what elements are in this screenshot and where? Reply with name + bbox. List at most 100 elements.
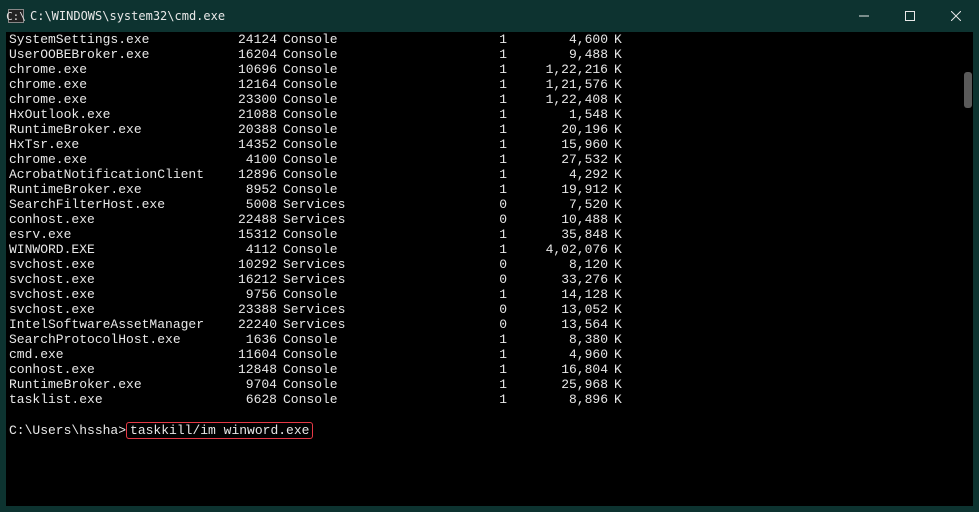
process-memory-unit: K: [608, 197, 622, 212]
process-name: conhost.exe: [9, 212, 219, 227]
process-session-name: Services: [277, 257, 355, 272]
process-row: RuntimeBroker.exe8952Console119,912K: [9, 182, 965, 197]
process-memory: 20,196: [507, 122, 608, 137]
process-session-num: 1: [355, 332, 507, 347]
process-memory-unit: K: [608, 302, 622, 317]
process-memory-unit: K: [608, 272, 622, 287]
process-memory-unit: K: [608, 242, 622, 257]
process-memory-unit: K: [608, 362, 622, 377]
process-row: chrome.exe4100Console127,532K: [9, 152, 965, 167]
cmd-window: C:\ C:\WINDOWS\system32\cmd.exe SystemSe…: [0, 0, 979, 512]
process-pid: 1636: [219, 332, 277, 347]
minimize-icon: [859, 11, 869, 21]
process-memory: 1,548: [507, 107, 608, 122]
process-name: UserOOBEBroker.exe: [9, 47, 219, 62]
process-memory-unit: K: [608, 377, 622, 392]
process-pid: 24124: [219, 32, 277, 47]
process-session-name: Console: [277, 332, 355, 347]
process-pid: 22240: [219, 317, 277, 332]
process-session-num: 0: [355, 197, 507, 212]
process-pid: 23300: [219, 92, 277, 107]
terminal-body[interactable]: SystemSettings.exe24124Console14,600KUse…: [6, 32, 973, 506]
process-pid: 16204: [219, 47, 277, 62]
process-memory-unit: K: [608, 152, 622, 167]
process-memory-unit: K: [608, 62, 622, 77]
process-name: chrome.exe: [9, 92, 219, 107]
process-memory-unit: K: [608, 77, 622, 92]
process-session-name: Console: [277, 77, 355, 92]
process-row: cmd.exe11604Console14,960K: [9, 347, 965, 362]
process-memory: 15,960: [507, 137, 608, 152]
process-pid: 12164: [219, 77, 277, 92]
process-session-name: Console: [277, 47, 355, 62]
process-name: svchost.exe: [9, 257, 219, 272]
process-row: HxTsr.exe14352Console115,960K: [9, 137, 965, 152]
process-memory-unit: K: [608, 317, 622, 332]
process-name: cmd.exe: [9, 347, 219, 362]
process-row: RuntimeBroker.exe9704Console125,968K: [9, 377, 965, 392]
process-row: esrv.exe15312Console135,848K: [9, 227, 965, 242]
process-name: esrv.exe: [9, 227, 219, 242]
process-memory-unit: K: [608, 122, 622, 137]
process-pid: 23388: [219, 302, 277, 317]
process-memory: 27,532: [507, 152, 608, 167]
process-session-num: 0: [355, 302, 507, 317]
process-memory: 16,804: [507, 362, 608, 377]
process-pid: 15312: [219, 227, 277, 242]
process-pid: 14352: [219, 137, 277, 152]
process-session-name: Console: [277, 362, 355, 377]
process-memory-unit: K: [608, 137, 622, 152]
process-memory-unit: K: [608, 347, 622, 362]
process-memory: 1,22,408: [507, 92, 608, 107]
process-row: svchost.exe16212Services033,276K: [9, 272, 965, 287]
process-name: svchost.exe: [9, 272, 219, 287]
titlebar[interactable]: C:\ C:\WINDOWS\system32\cmd.exe: [0, 0, 979, 32]
process-name: svchost.exe: [9, 287, 219, 302]
process-memory-unit: K: [608, 107, 622, 122]
process-pid: 10696: [219, 62, 277, 77]
process-pid: 4112: [219, 242, 277, 257]
process-name: tasklist.exe: [9, 392, 219, 407]
close-button[interactable]: [933, 0, 979, 32]
process-session-num: 1: [355, 242, 507, 257]
process-session-num: 1: [355, 347, 507, 362]
process-memory: 8,120: [507, 257, 608, 272]
process-row: RuntimeBroker.exe20388Console120,196K: [9, 122, 965, 137]
process-session-num: 0: [355, 272, 507, 287]
scrollbar-thumb[interactable]: [964, 72, 972, 108]
cmd-icon: C:\: [8, 9, 24, 23]
maximize-button[interactable]: [887, 0, 933, 32]
process-pid: 8952: [219, 182, 277, 197]
scrollbar-track[interactable]: [959, 32, 973, 506]
process-session-num: 1: [355, 107, 507, 122]
minimize-button[interactable]: [841, 0, 887, 32]
process-name: HxTsr.exe: [9, 137, 219, 152]
process-memory-unit: K: [608, 182, 622, 197]
process-pid: 12896: [219, 167, 277, 182]
process-session-num: 0: [355, 317, 507, 332]
process-session-name: Console: [277, 92, 355, 107]
process-session-name: Console: [277, 32, 355, 47]
process-session-name: Console: [277, 167, 355, 182]
process-session-name: Services: [277, 212, 355, 227]
process-memory: 9,488: [507, 47, 608, 62]
maximize-icon: [905, 11, 915, 21]
process-name: svchost.exe: [9, 302, 219, 317]
process-pid: 10292: [219, 257, 277, 272]
process-session-name: Console: [277, 107, 355, 122]
process-session-name: Console: [277, 287, 355, 302]
process-memory: 4,600: [507, 32, 608, 47]
process-memory: 13,052: [507, 302, 608, 317]
process-session-name: Console: [277, 137, 355, 152]
process-session-name: Console: [277, 122, 355, 137]
process-row: conhost.exe12848Console116,804K: [9, 362, 965, 377]
process-session-num: 1: [355, 167, 507, 182]
process-row: conhost.exe22488Services010,488K: [9, 212, 965, 227]
process-session-num: 1: [355, 182, 507, 197]
process-memory-unit: K: [608, 287, 622, 302]
process-session-num: 1: [355, 287, 507, 302]
process-pid: 22488: [219, 212, 277, 227]
process-memory: 19,912: [507, 182, 608, 197]
process-session-name: Console: [277, 242, 355, 257]
process-memory: 33,276: [507, 272, 608, 287]
